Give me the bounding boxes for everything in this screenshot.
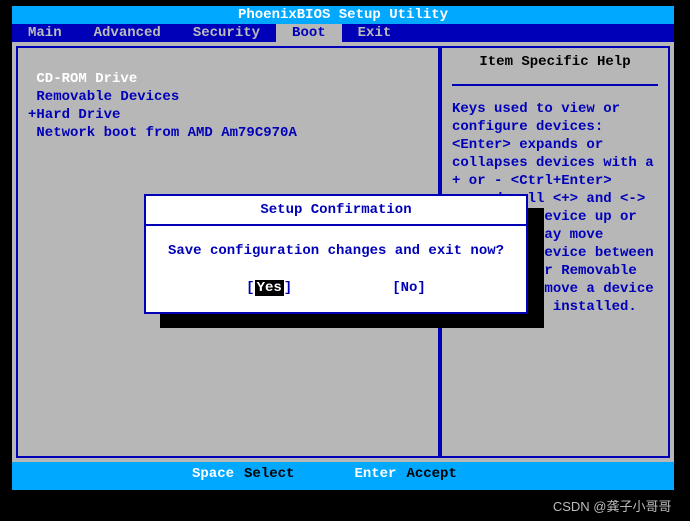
watermark: CSDN @龚子小哥哥 (553, 496, 678, 515)
boot-item[interactable]: Removable Devices (28, 88, 428, 106)
confirmation-dialog: Setup Confirmation Save configuration ch… (144, 194, 528, 314)
menu-tab-exit[interactable]: Exit (342, 24, 408, 42)
menu-tab-boot[interactable]: Boot (276, 24, 342, 42)
menu-tab-main[interactable]: Main (12, 24, 78, 42)
menu-tab-security[interactable]: Security (177, 24, 276, 42)
boot-item[interactable]: +Hard Drive (28, 106, 428, 124)
footer-bar: Space Select Enter Accept (12, 462, 674, 490)
footer-action-select: Select (244, 466, 294, 482)
boot-item[interactable]: CD-ROM Drive (28, 70, 428, 88)
help-title: Item Specific Help (452, 54, 658, 86)
footer-action-accept: Accept (406, 466, 456, 482)
menu-bar: Main Advanced Security Boot Exit (12, 24, 674, 42)
dialog-title: Setup Confirmation (146, 196, 526, 226)
footer-key-space: Space (192, 466, 234, 482)
boot-item[interactable]: Network boot from AMD Am79C970A (28, 124, 428, 142)
footer-key-enter: Enter (354, 466, 396, 482)
yes-button[interactable]: [Yes] (246, 280, 292, 296)
no-button[interactable]: [No] (392, 280, 426, 296)
title-bar: PhoenixBIOS Setup Utility (12, 6, 674, 24)
app-title: PhoenixBIOS Setup Utility (238, 7, 448, 23)
menu-tab-advanced[interactable]: Advanced (78, 24, 177, 42)
dialog-message: Save configuration changes and exit now? (168, 243, 504, 259)
